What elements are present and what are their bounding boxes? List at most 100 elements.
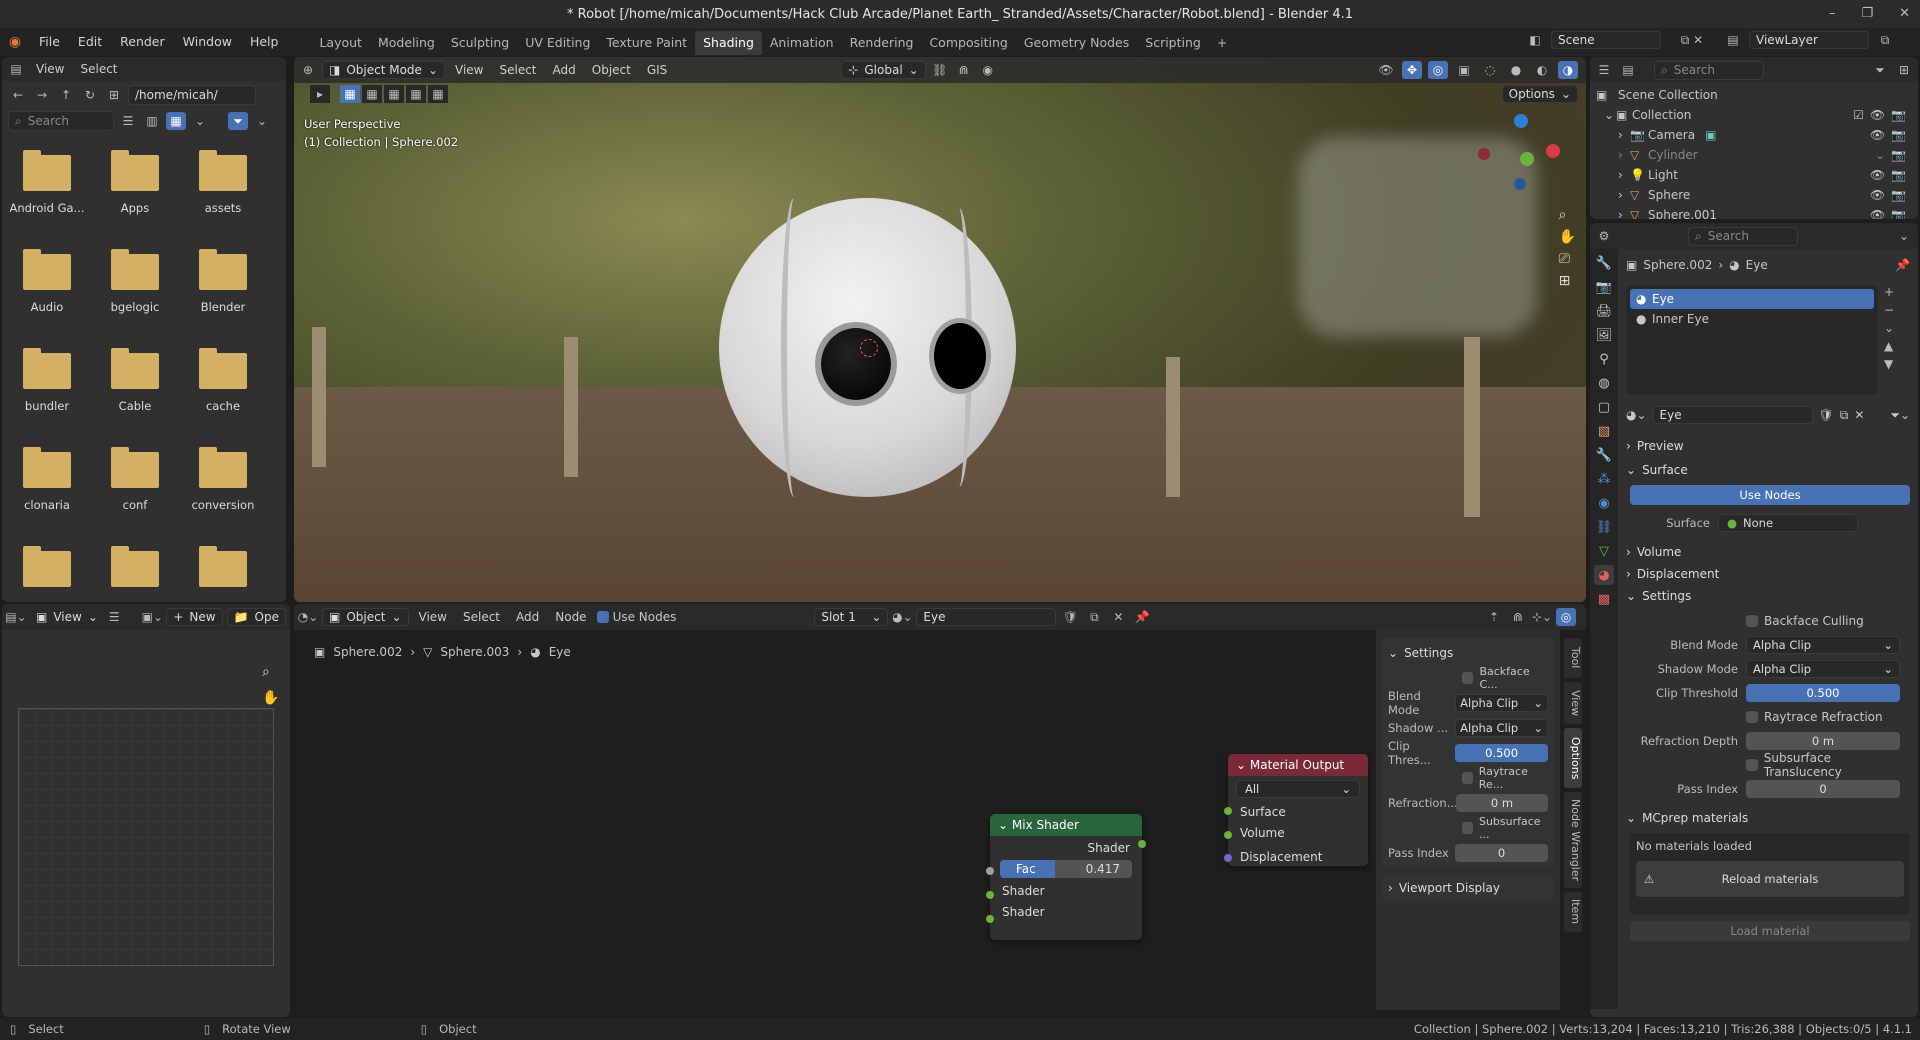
- blend-mode-dropdown[interactable]: Alpha Clip ⌄: [1455, 694, 1548, 712]
- gizmo-toggle-icon[interactable]: ✥: [1402, 61, 1422, 79]
- surface-shader-field[interactable]: ● None: [1718, 514, 1858, 532]
- pass-index-field[interactable]: 0: [1746, 780, 1900, 798]
- editor-type-icon[interactable]: ◔⌄: [298, 608, 319, 626]
- panel-settings[interactable]: ⌄ Settings: [1626, 585, 1910, 607]
- transform-orientation[interactable]: ⊹ Global ⌄: [841, 61, 926, 79]
- expand-icon[interactable]: ⌄: [1604, 108, 1616, 122]
- parent-dir-icon[interactable]: ↑: [56, 86, 76, 104]
- subsurface-translucency-checkbox[interactable]: Subsurface Translucency: [1626, 751, 1910, 779]
- shadow-mode-dropdown[interactable]: Alpha Clip ⌄: [1455, 719, 1548, 737]
- menu-edit[interactable]: Edit: [69, 28, 111, 56]
- menu-hamburger-icon[interactable]: ☰: [108, 608, 120, 626]
- menu-node[interactable]: Node: [549, 608, 592, 626]
- folder-item[interactable]: assets: [183, 150, 263, 215]
- outliner-item-cylinder[interactable]: › ▽ Cylinder ⌄📷: [1596, 145, 1912, 165]
- unlink-material-icon[interactable]: ✕: [1108, 608, 1128, 626]
- use-nodes-button[interactable]: Use Nodes: [1630, 485, 1910, 505]
- material-slot-inner-eye[interactable]: ● Inner Eye: [1630, 309, 1874, 329]
- sidebar-tab-item[interactable]: Item: [1564, 892, 1582, 932]
- xray-icon[interactable]: ▣: [1454, 61, 1474, 79]
- y-axis-icon[interactable]: [1520, 152, 1534, 166]
- neg-x-axis-icon[interactable]: [1478, 148, 1490, 160]
- folder-item[interactable]: [95, 546, 175, 597]
- visibility-toggles[interactable]: ☑👁📷: [1853, 108, 1912, 122]
- outliner-item-sphere[interactable]: › ▽ Sphere 👁📷: [1596, 185, 1912, 205]
- tool-tab-icon[interactable]: 🔧: [1594, 253, 1614, 273]
- particles-tab-icon[interactable]: ⁂: [1594, 469, 1614, 489]
- material-filter-icon[interactable]: ⏷⌄: [1890, 408, 1910, 423]
- material-tab-icon[interactable]: ◕: [1594, 565, 1614, 585]
- backface-culling-checkbox[interactable]: Backface Culling: [1626, 611, 1910, 631]
- filter-icon[interactable]: ⏷: [1870, 61, 1890, 79]
- scene-tab-icon[interactable]: ⚲: [1594, 349, 1614, 369]
- modifier-tab-icon[interactable]: 🔧: [1594, 445, 1614, 465]
- overlay-toggle-icon[interactable]: ◎: [1428, 61, 1448, 79]
- folder-item[interactable]: bundler: [7, 348, 87, 413]
- open-image-button[interactable]: 📁 Ope: [226, 608, 286, 626]
- tab-scripting[interactable]: Scripting: [1137, 31, 1209, 55]
- snap-options-icon[interactable]: ⊹⌄: [1532, 608, 1552, 626]
- output-tab-icon[interactable]: 🖨: [1594, 301, 1614, 321]
- shader-input-socket[interactable]: [986, 891, 994, 899]
- folder-item[interactable]: [183, 546, 263, 597]
- filter-icon[interactable]: ⏷: [228, 112, 248, 130]
- shader-type-dropdown[interactable]: ▣ Object ⌄: [322, 608, 409, 626]
- pin-icon[interactable]: 📌: [1895, 258, 1910, 272]
- display-mode-icon[interactable]: ▤: [1618, 61, 1638, 79]
- wireframe-shading-icon[interactable]: ◌: [1480, 61, 1500, 79]
- tab-uv-editing[interactable]: UV Editing: [517, 31, 598, 55]
- panel-displacement[interactable]: › Displacement: [1626, 563, 1910, 585]
- tab-sculpting[interactable]: Sculpting: [443, 31, 517, 55]
- file-search-input[interactable]: ⌕ Search: [8, 111, 114, 131]
- select-extend-icon[interactable]: ▦: [362, 85, 382, 103]
- fake-user-icon[interactable]: 🛡: [1060, 608, 1080, 626]
- x-axis-icon[interactable]: [1546, 144, 1560, 158]
- subsurface-checkbox[interactable]: Subsurface ...: [1388, 815, 1548, 841]
- neg-z-axis-icon[interactable]: [1514, 178, 1526, 190]
- folder-item[interactable]: conversion: [183, 447, 263, 512]
- 3d-cursor-icon[interactable]: [860, 339, 878, 357]
- image-browse-icon[interactable]: ▣⌄: [142, 608, 163, 626]
- shadow-mode-dropdown[interactable]: Alpha Clip ⌄: [1746, 660, 1900, 678]
- mode-selector[interactable]: ◨ Object Mode ⌄: [322, 61, 445, 79]
- unlink-material-icon[interactable]: ✕: [1854, 408, 1864, 422]
- folder-item[interactable]: Apps: [95, 150, 175, 215]
- viewlayer-icon[interactable]: ▤: [1723, 31, 1743, 49]
- new-collection-icon[interactable]: ⊞: [1894, 61, 1914, 79]
- volume-input-socket[interactable]: [1224, 831, 1232, 839]
- menu-view[interactable]: View: [413, 608, 453, 626]
- tab-geometry-nodes[interactable]: Geometry Nodes: [1016, 31, 1137, 55]
- add-slot-icon[interactable]: +: [1884, 285, 1894, 299]
- shader-output-socket[interactable]: [1138, 840, 1146, 848]
- physics-tab-icon[interactable]: ◉: [1594, 493, 1614, 513]
- tab-layout[interactable]: Layout: [311, 31, 370, 55]
- sidebar-tab-options[interactable]: Options: [1564, 728, 1582, 788]
- z-axis-icon[interactable]: [1514, 114, 1528, 128]
- sidebar-tab-node-wrangler[interactable]: Node Wrangler: [1564, 792, 1582, 888]
- slot-dropdown[interactable]: Slot 1 ⌄: [814, 608, 889, 626]
- move-up-icon[interactable]: ▲: [1884, 339, 1894, 353]
- panel-surface[interactable]: ⌄ Surface: [1626, 459, 1910, 481]
- material-slot-eye[interactable]: ◕ Eye: [1630, 289, 1874, 309]
- folder-item[interactable]: [7, 546, 87, 597]
- collection-row[interactable]: ⌄ ▣ Collection ☑👁📷: [1596, 105, 1912, 125]
- material-browse-icon[interactable]: ◕⌄: [1626, 408, 1647, 422]
- data-tab-icon[interactable]: ▽: [1594, 541, 1614, 561]
- use-nodes-checkbox[interactable]: Use Nodes: [596, 607, 676, 627]
- zoom-icon[interactable]: ⌕: [262, 664, 279, 680]
- sidebar-tab-view[interactable]: View: [1564, 682, 1582, 724]
- list-view-icon[interactable]: ☰: [118, 112, 138, 130]
- slot-specials-icon[interactable]: ⌄: [1884, 321, 1894, 335]
- texture-tab-icon[interactable]: ▩: [1594, 589, 1614, 609]
- select-intersect-icon[interactable]: ▦: [428, 85, 448, 103]
- forward-icon[interactable]: →: [32, 86, 52, 104]
- duplicate-material-icon[interactable]: ⧉: [1840, 408, 1849, 423]
- pivot-icon[interactable]: ⛓: [930, 61, 950, 79]
- editor-type-icon[interactable]: ▤⌄: [5, 608, 26, 626]
- camera-view-icon[interactable]: ⎚: [1559, 251, 1576, 267]
- new-image-button[interactable]: + New: [166, 608, 223, 626]
- material-browse-icon[interactable]: ◕⌄: [892, 608, 913, 626]
- editor-type-icon[interactable]: ⚙: [1594, 227, 1614, 245]
- view-mode-dropdown[interactable]: ▣ View ⌄: [30, 609, 104, 625]
- add-workspace-icon[interactable]: +: [1209, 31, 1235, 55]
